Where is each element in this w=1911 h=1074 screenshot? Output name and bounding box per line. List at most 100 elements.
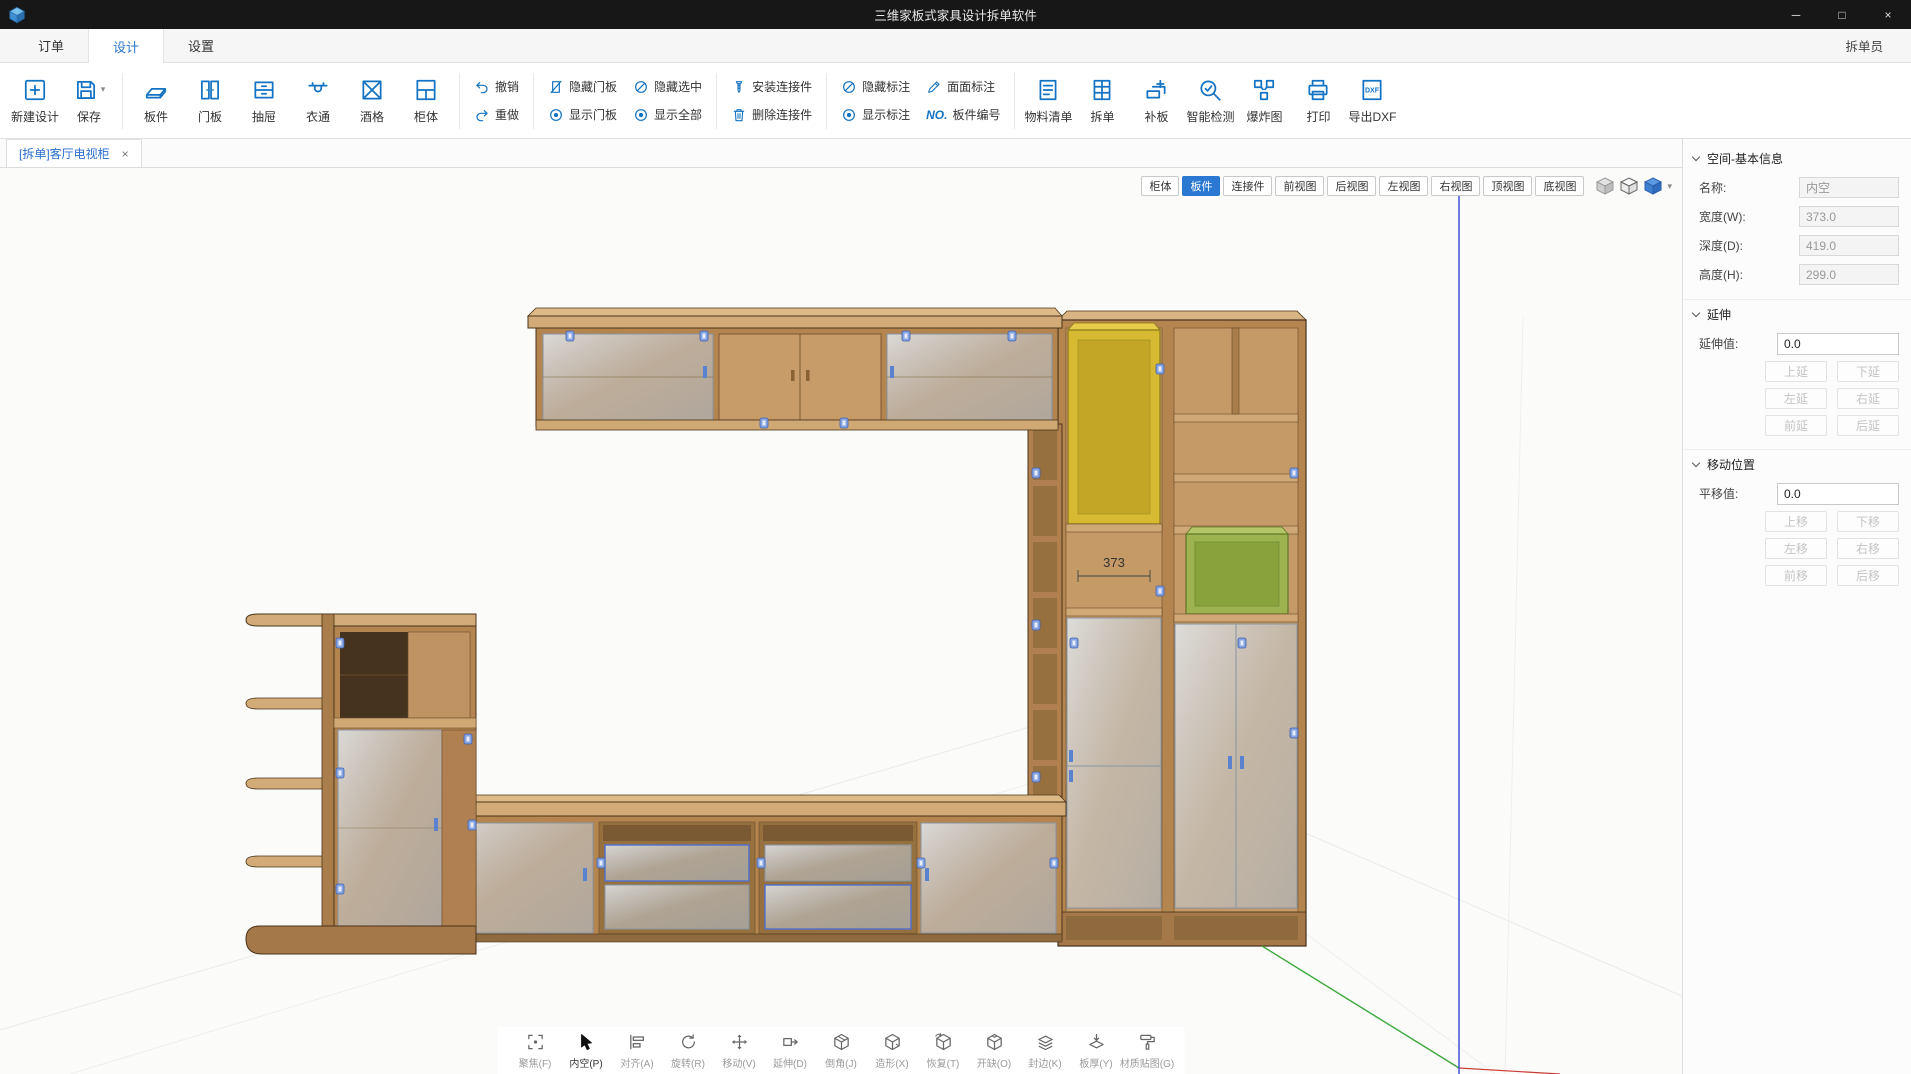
section-move-header[interactable]: 移动位置	[1683, 449, 1911, 479]
tab-design[interactable]: 设计	[88, 29, 164, 63]
restore-tool[interactable]: 恢复(T)	[920, 1032, 967, 1070]
smart-detect-button[interactable]: 智能检测	[1183, 66, 1237, 136]
move-down-button[interactable]: 下移	[1837, 511, 1899, 532]
split-order-button[interactable]: 拆单	[1075, 66, 1129, 136]
show-all-button[interactable]: 显示全部	[633, 104, 702, 125]
chevron-down-icon	[1692, 309, 1700, 317]
hide-selected-button[interactable]: 隐藏选中	[633, 76, 702, 97]
rotate-tool[interactable]: 旋转(R)	[665, 1032, 712, 1070]
view-cube-blue-icon[interactable]	[1643, 176, 1663, 196]
document-tab-close-icon[interactable]: ×	[122, 147, 129, 161]
interior-space-tool[interactable]: 内空(P)	[563, 1032, 610, 1070]
move-left-button[interactable]: 左移	[1765, 538, 1827, 559]
move-front-button[interactable]: 前移	[1765, 565, 1827, 586]
chamfer-tool[interactable]: 倒角(J)	[818, 1032, 865, 1070]
install-connector-button[interactable]: 安装连接件	[731, 76, 812, 97]
cabinet-left-unit[interactable]	[246, 614, 476, 954]
door-panel-button[interactable]: 门板	[183, 66, 237, 136]
cabinet-body-button[interactable]: 柜体	[399, 66, 453, 136]
view-cabinet-button[interactable]: 柜体	[1141, 176, 1179, 196]
undo-button[interactable]: 撤销	[474, 76, 519, 97]
toolbar-separator	[122, 73, 123, 129]
view-top-button[interactable]: 顶视图	[1483, 176, 1532, 196]
selected-interior-space[interactable]	[1068, 323, 1160, 524]
align-tool[interactable]: 对齐(A)	[614, 1032, 661, 1070]
view-left-button[interactable]: 左视图	[1379, 176, 1428, 196]
chevron-down-icon	[1692, 152, 1700, 160]
show-annotation-button[interactable]: 显示标注	[841, 104, 910, 125]
hide-doors-button[interactable]: 隐藏门板	[548, 76, 617, 97]
view-cube-gray-icon[interactable]	[1595, 176, 1615, 196]
close-button[interactable]: ×	[1865, 0, 1911, 29]
hide-annotation-button[interactable]: 隐藏标注	[841, 76, 910, 97]
highlighted-space-green[interactable]	[1186, 527, 1288, 614]
panel-button[interactable]: 板件	[129, 66, 183, 136]
extend-value-input[interactable]	[1777, 333, 1899, 355]
delete-connector-button[interactable]: 删除连接件	[731, 104, 812, 125]
edge-band-icon	[1035, 1032, 1055, 1052]
cabinet-top-row[interactable]	[528, 308, 1062, 430]
export-dxf-button[interactable]: DXF 导出DXF	[1345, 66, 1399, 136]
extend-down-button[interactable]: 下延	[1837, 361, 1899, 382]
3d-scene-canvas[interactable]: 373	[0, 168, 1682, 1074]
panel-thickness-tool[interactable]: 板厚(Y)	[1073, 1032, 1120, 1070]
focus-tool[interactable]: 聚焦(F)	[512, 1032, 559, 1070]
move-up-button[interactable]: 上移	[1765, 511, 1827, 532]
material-texture-tool[interactable]: 材质贴图(G)	[1124, 1032, 1171, 1070]
view-cube-dropdown-arrow[interactable]: ▾	[1667, 181, 1672, 192]
view-connector-button[interactable]: 连接件	[1223, 176, 1272, 196]
field-height: 高度(H):	[1683, 260, 1911, 289]
notch-tool[interactable]: 开缺(O)	[971, 1032, 1018, 1070]
3d-viewport[interactable]: 373 柜体 板件 连接件 前视图 后视图 左视图	[0, 168, 1682, 1074]
patch-panel-button[interactable]: 补板	[1129, 66, 1183, 136]
view-panel-button[interactable]: 板件	[1182, 176, 1220, 196]
panel-number-button[interactable]: NO.板件编号	[926, 104, 1000, 125]
clothes-rail-button[interactable]: 衣通	[291, 66, 345, 136]
show-doors-button[interactable]: 显示门板	[548, 104, 617, 125]
move-back-button[interactable]: 后移	[1837, 565, 1899, 586]
shape-tool[interactable]: 造形(X)	[869, 1032, 916, 1070]
section-extend-header[interactable]: 延伸	[1683, 299, 1911, 329]
move-value-input[interactable]	[1777, 483, 1899, 505]
extend-up-button[interactable]: 上延	[1765, 361, 1827, 382]
name-field[interactable]	[1799, 177, 1899, 198]
maximize-button[interactable]: □	[1819, 0, 1865, 29]
view-front-button[interactable]: 前视图	[1275, 176, 1324, 196]
tab-settings[interactable]: 设置	[164, 29, 238, 62]
save-dropdown-arrow[interactable]: ▾	[101, 84, 106, 95]
depth-field[interactable]	[1799, 235, 1899, 256]
show-doors-icon	[548, 107, 564, 123]
bom-button[interactable]: 物料清单	[1021, 66, 1075, 136]
toolbar-separator	[1014, 73, 1015, 129]
exploded-view-button[interactable]: 爆炸图	[1237, 66, 1291, 136]
redo-button[interactable]: 重做	[474, 104, 519, 125]
new-design-button[interactable]: 新建设计	[8, 66, 62, 136]
extend-front-button[interactable]: 前延	[1765, 415, 1827, 436]
move-tool[interactable]: 移动(V)	[716, 1032, 763, 1070]
tab-order[interactable]: 订单	[14, 29, 88, 62]
drawer-button[interactable]: 抽屉	[237, 66, 291, 136]
move-right-button[interactable]: 右移	[1837, 538, 1899, 559]
print-button[interactable]: 打印	[1291, 66, 1345, 136]
extend-right-button[interactable]: 右延	[1837, 388, 1899, 409]
hide-annotation-icon	[841, 79, 857, 95]
document-tab[interactable]: [拆单]客厅电视柜 ×	[6, 139, 142, 167]
extend-left-button[interactable]: 左延	[1765, 388, 1827, 409]
extend-tool[interactable]: 延伸(D)	[767, 1032, 814, 1070]
view-cube-outline-icon[interactable]	[1619, 176, 1639, 196]
wine-rack-button[interactable]: 酒格	[345, 66, 399, 136]
view-bottom-button[interactable]: 底视图	[1535, 176, 1584, 196]
cabinet-tv-bench[interactable]	[426, 795, 1066, 942]
view-right-button[interactable]: 右视图	[1431, 176, 1480, 196]
cabinet-right-unit[interactable]	[1058, 311, 1306, 946]
width-field[interactable]	[1799, 206, 1899, 227]
section-basic-info-header[interactable]: 空间-基本信息	[1683, 143, 1911, 173]
save-button[interactable]: ▾ 保存	[62, 66, 116, 136]
edge-band-tool[interactable]: 封边(K)	[1022, 1032, 1069, 1070]
drawer-icon	[251, 77, 277, 103]
extend-back-button[interactable]: 后延	[1837, 415, 1899, 436]
view-back-button[interactable]: 后视图	[1327, 176, 1376, 196]
height-field[interactable]	[1799, 264, 1899, 285]
minimize-button[interactable]: ─	[1773, 0, 1819, 29]
face-annotation-button[interactable]: 面面标注	[926, 76, 1000, 97]
